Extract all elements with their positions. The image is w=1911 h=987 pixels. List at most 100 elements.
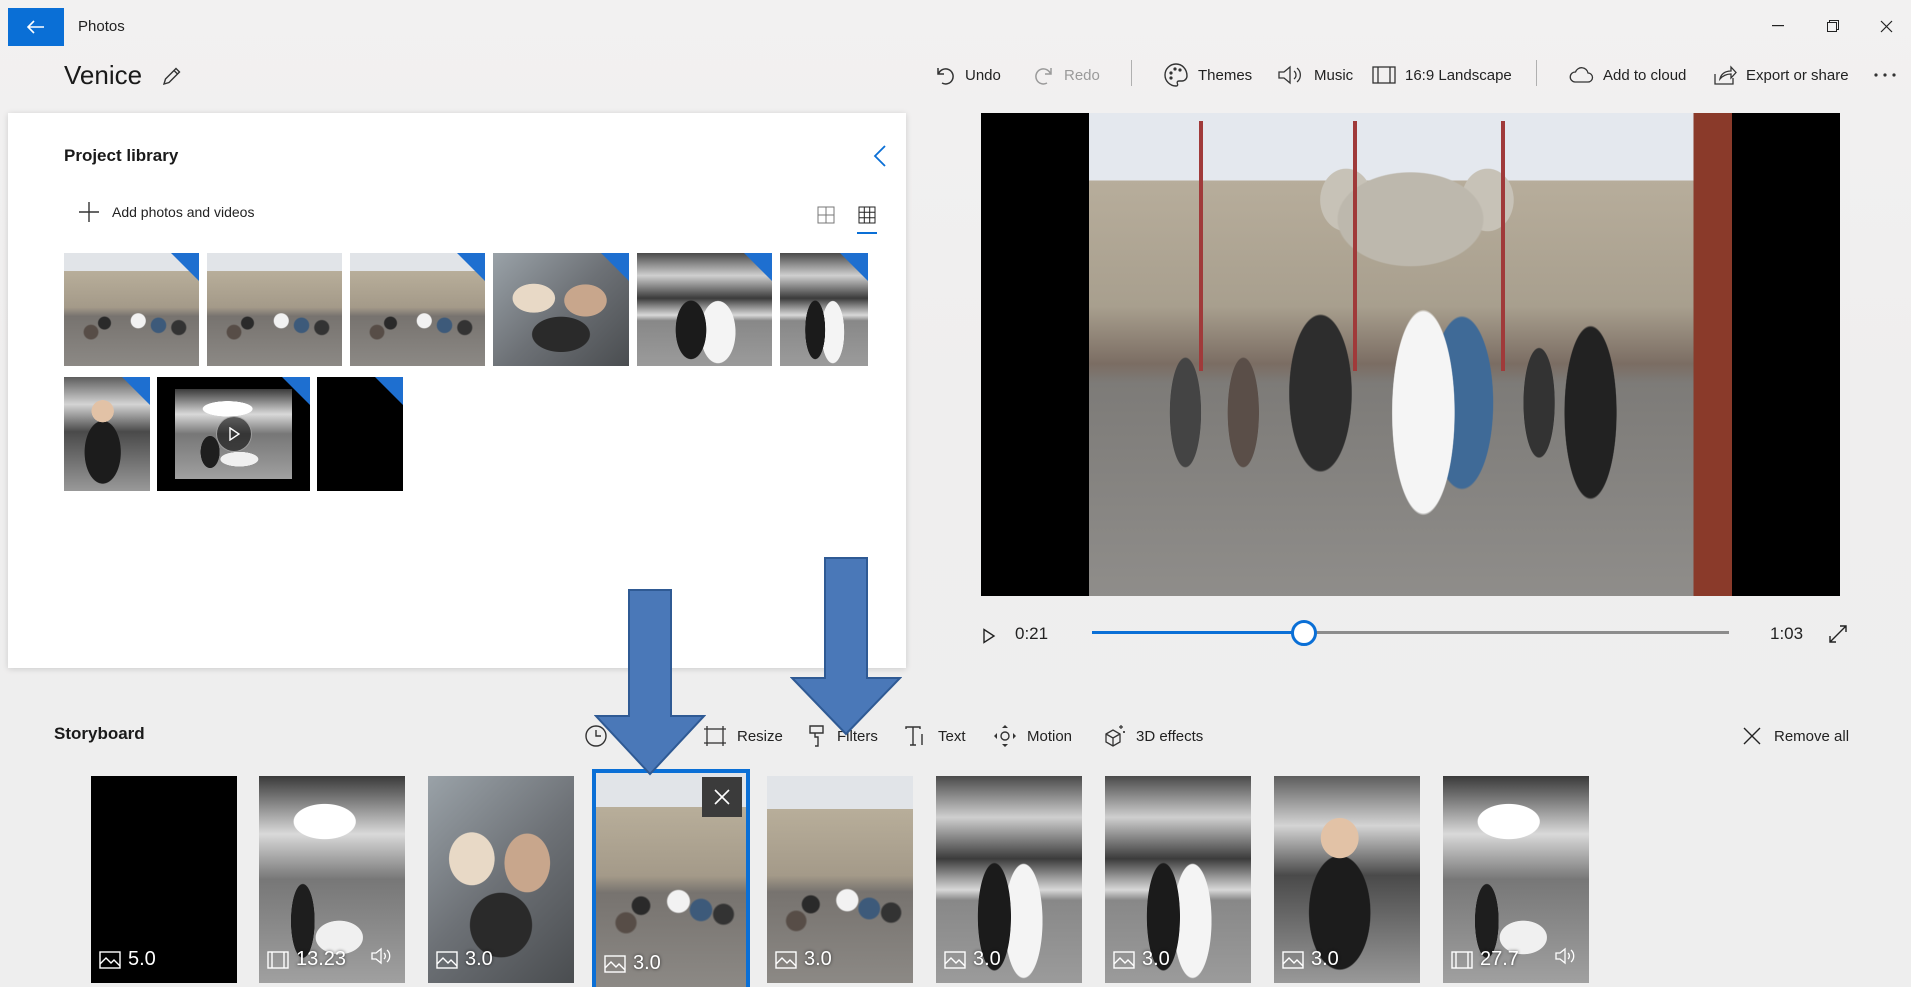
close-icon [1880,20,1892,32]
3d-effects-button[interactable]: 3D effects [1102,722,1203,750]
play-icon [983,628,996,644]
speaker-icon [1278,65,1301,85]
restore-icon [1827,20,1839,32]
play-button[interactable] [977,624,1001,648]
add-to-cloud-button[interactable]: Add to cloud [1568,60,1686,90]
close-window-button[interactable] [1872,14,1900,38]
aspect-ratio-button[interactable]: 16:9 Landscape [1372,60,1512,90]
collapse-library-button[interactable] [866,141,894,171]
add-photos-videos-label: Add photos and videos [112,204,255,220]
toolbar-divider [1536,60,1537,86]
minimize-button[interactable] [1764,14,1792,38]
3d-effects-icon [1105,725,1125,747]
card-meta: 27.7 [1451,948,1519,971]
flag-pole [1199,121,1203,371]
large-thumbnails-view-button[interactable] [813,201,839,229]
video-play-overlay [215,416,252,452]
unused-corner-marker [601,253,629,281]
aspect-ratio-icon [1372,66,1396,84]
back-arrow-icon [27,20,44,34]
library-item[interactable] [317,377,403,491]
text-icon [905,726,923,746]
resize-button[interactable]: Resize [703,722,783,750]
unused-corner-marker [282,377,310,405]
storyboard-card[interactable]: 3.0 [428,776,574,983]
project-library-panel: Project library Add photos and videos [8,113,906,668]
storyboard-card-selected[interactable]: 3.0 [592,769,750,987]
more-options-button[interactable] [1873,60,1897,90]
restore-button[interactable] [1819,14,1847,38]
redo-button[interactable]: Redo [1033,60,1100,90]
chevron-left-icon [873,145,886,167]
motion-button[interactable]: Motion [993,722,1072,750]
themes-button[interactable]: Themes [1163,60,1252,90]
storyboard-card[interactable]: 3.0 [1105,776,1251,983]
video-preview[interactable] [981,113,1840,596]
plus-icon [79,202,99,222]
card-duration: 3.0 [633,952,661,974]
card-duration: 3.0 [804,948,832,970]
card-duration: 3.0 [465,948,493,970]
remove-card-button[interactable] [702,777,742,817]
storyboard-card[interactable]: 3.0 [767,776,913,983]
card-duration: 3.0 [1311,948,1339,970]
unused-corner-marker [375,377,403,405]
export-share-button[interactable]: Export or share [1713,60,1849,90]
library-item[interactable] [207,253,342,366]
library-item[interactable] [64,253,199,366]
small-grid-icon [858,206,876,224]
photo-icon [775,950,797,969]
share-icon [1714,65,1737,85]
motion-label: Motion [1027,727,1073,745]
motion-icon [994,725,1016,747]
undo-icon [937,68,954,85]
storyboard-card[interactable]: 5.0 [91,776,237,983]
back-button[interactable] [8,8,64,46]
audio-icon [371,947,391,965]
aspect-ratio-label: 16:9 Landscape [1405,66,1512,84]
card-meta: 13.23 [267,948,346,971]
unused-corner-marker [122,377,150,405]
fullscreen-button[interactable] [1824,620,1852,648]
current-time: 0:21 [1015,624,1049,643]
photo-icon [604,954,626,973]
photo-icon [1282,950,1304,969]
remove-all-button[interactable]: Remove all [1742,722,1849,750]
library-item[interactable] [637,253,772,366]
project-name: Venice [64,60,143,90]
unused-corner-marker [840,253,868,281]
unused-corner-marker [171,253,199,281]
card-meta: 3.0 [775,948,832,971]
library-item[interactable] [493,253,629,366]
library-item[interactable] [350,253,485,366]
storyboard-card[interactable]: 27.7 [1443,776,1589,983]
library-item-video[interactable] [157,377,310,491]
rename-project-button[interactable] [158,62,186,90]
palette-icon [1164,63,1188,87]
music-button[interactable]: Music [1277,60,1353,90]
card-duration: 5.0 [128,948,156,970]
remove-all-label: Remove all [1774,727,1850,745]
seek-bar-progress [1092,631,1305,634]
export-share-label: Export or share [1746,66,1849,84]
seek-bar[interactable] [1092,620,1729,646]
storyboard-card[interactable]: 3.0 [936,776,1082,983]
close-icon [1743,727,1761,745]
add-photos-videos-button[interactable]: Add photos and videos [78,201,254,223]
small-thumbnails-view-button[interactable] [854,201,880,234]
library-item[interactable] [64,377,150,491]
storyboard-card[interactable]: 3.0 [1274,776,1420,983]
themes-label: Themes [1198,66,1253,84]
expand-icon [1829,625,1847,643]
undo-button[interactable]: Undo [934,60,1001,90]
flag-pole [1501,121,1505,371]
storyboard-card[interactable]: 13.23 [259,776,405,983]
cloud-icon [1569,67,1594,83]
seek-thumb[interactable] [1291,620,1318,646]
app-title: Photos [78,18,125,35]
flag-pole [1353,121,1357,371]
text-button[interactable]: Text [904,722,966,750]
resize-label: Resize [737,727,783,745]
photo-icon [944,950,966,969]
library-item[interactable] [780,253,868,366]
